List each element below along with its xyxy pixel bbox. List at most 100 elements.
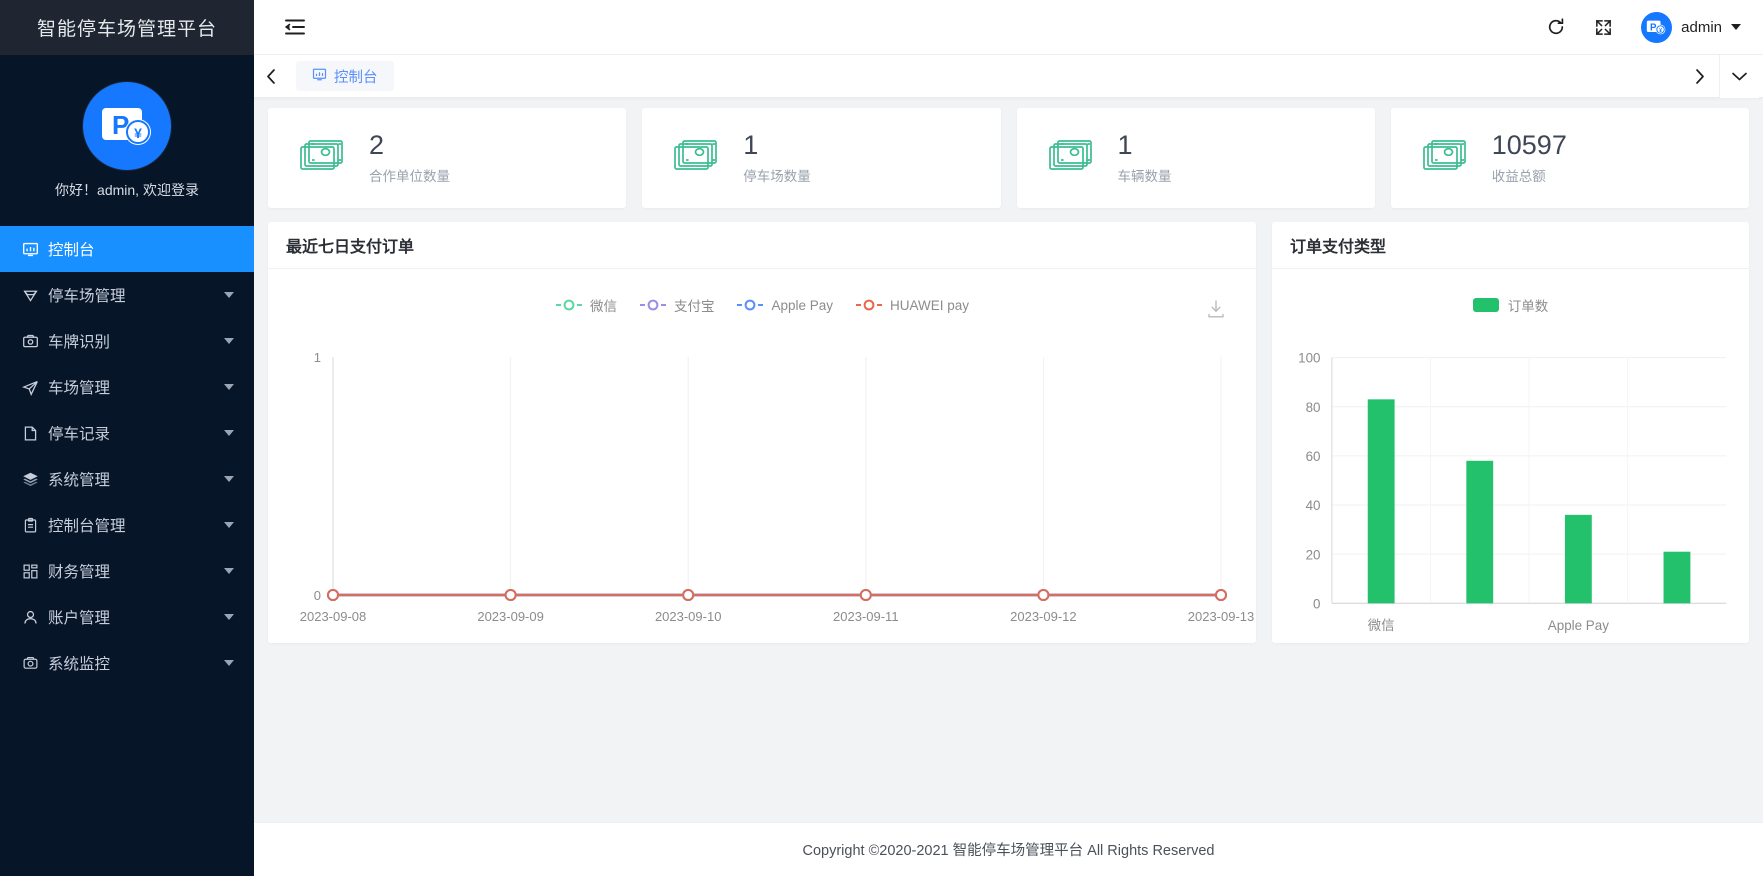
stat-card-text: 1 停车场数量 xyxy=(743,129,811,185)
stat-label: 停车场数量 xyxy=(743,168,811,184)
sidebar-item-yard-mgmt[interactable]: 车场管理 xyxy=(0,364,254,410)
panel-title: 订单支付类型 xyxy=(1272,222,1749,269)
sidebar: 智能停车场管理平台 P ¥ 你好！admin, 欢迎登录 控制台 停车场管理 车… xyxy=(0,0,254,876)
menu-fold-icon[interactable] xyxy=(284,18,306,36)
content-area: 2 合作单位数量 1 停车场数量 1 车辆数量 10597 收益总额 最近七日支… xyxy=(254,98,1763,822)
copyright-text: Copyright ©2020-2021 智能停车场管理平台 All Right… xyxy=(802,843,1215,859)
apps-icon xyxy=(22,563,48,580)
svg-text:2023-09-12: 2023-09-12 xyxy=(1010,609,1077,624)
dashboard-icon xyxy=(22,241,48,258)
stat-card-text: 2 合作单位数量 xyxy=(369,131,450,185)
sidebar-profile: P ¥ 你好！admin, 欢迎登录 xyxy=(0,55,254,226)
sidebar-item-label: 系统监控 xyxy=(48,656,111,673)
sidebar-item-console-mgmt[interactable]: 控制台管理 xyxy=(0,502,254,548)
legend-label: Apple Pay xyxy=(771,297,833,313)
legend-label: 支付宝 xyxy=(673,299,715,314)
sidebar-item-system-mgmt[interactable]: 系统管理 xyxy=(0,456,254,502)
svg-text:0: 0 xyxy=(314,588,321,603)
chevron-down-icon xyxy=(224,614,234,620)
money-stack-icon xyxy=(300,138,347,178)
chevron-down-icon xyxy=(224,338,234,344)
user-icon xyxy=(22,609,48,626)
svg-text:¥: ¥ xyxy=(1659,27,1662,33)
camera-icon xyxy=(22,333,48,350)
user-name-label: admin xyxy=(1681,18,1722,36)
panel-order-payment-type: 订单支付类型 订单数 0 20 40 60 80 100 微信 Apple Pay xyxy=(1272,222,1749,643)
sidebar-item-label: 系统管理 xyxy=(48,472,111,489)
svg-text:80: 80 xyxy=(1306,400,1321,415)
sidebar-item-parking-lot-mgmt[interactable]: 停车场管理 xyxy=(0,272,254,318)
stat-label: 合作单位数量 xyxy=(369,168,450,184)
sidebar-item-system-monitor[interactable]: 系统监控 xyxy=(0,640,254,686)
legend-item-order-count[interactable]: 订单数 xyxy=(1508,295,1549,315)
stat-label: 收益总额 xyxy=(1491,168,1546,184)
tab-scroll-next-button[interactable] xyxy=(1679,55,1719,98)
stat-card-vehicles: 1 车辆数量 xyxy=(1016,108,1375,208)
svg-text:60: 60 xyxy=(1306,449,1321,464)
chevron-down-icon xyxy=(224,476,234,482)
layers-icon xyxy=(22,471,48,488)
chevron-down-icon xyxy=(224,430,234,436)
sidebar-item-label: 车牌识别 xyxy=(48,334,111,351)
sidebar-item-dashboard[interactable]: 控制台 xyxy=(0,226,254,272)
tab-scroll-prev-button[interactable] xyxy=(254,55,288,98)
sidebar-item-label: 账户管理 xyxy=(48,610,111,627)
main-area: P ¥ admin 控制台 2 合作单位数量 1 停车场数量 1 车辆数量 10… xyxy=(254,0,1763,876)
tab-dashboard[interactable]: 控制台 xyxy=(296,61,394,91)
svg-text:2023-09-08: 2023-09-08 xyxy=(300,609,367,624)
svg-text:0: 0 xyxy=(1313,596,1320,611)
sidebar-item-plate-recognition[interactable]: 车牌识别 xyxy=(0,318,254,364)
monitor-camera-icon xyxy=(22,655,48,672)
svg-text:Apple Pay: Apple Pay xyxy=(1548,618,1609,633)
sidebar-item-label: 停车场管理 xyxy=(48,288,126,305)
legend-label: 订单数 xyxy=(1507,299,1549,314)
line-chart-canvas: 0 1 2023-09-08 2023-09-09 2023-09-10 2023-09-… xyxy=(300,350,1255,624)
fullscreen-icon[interactable] xyxy=(1594,18,1613,37)
sidebar-item-label: 控制台 xyxy=(48,242,95,259)
legend-swatch xyxy=(1472,298,1499,312)
legend-item-apple-pay[interactable]: Apple Pay xyxy=(736,298,833,313)
top-bar-actions: P ¥ admin xyxy=(1546,11,1741,43)
app-root: 智能停车场管理平台 P ¥ 你好！admin, 欢迎登录 控制台 停车场管理 车… xyxy=(0,0,1763,876)
user-menu[interactable]: P ¥ admin xyxy=(1641,11,1741,43)
legend-item-alipay[interactable]: 支付宝 xyxy=(639,295,715,315)
svg-text:20: 20 xyxy=(1306,547,1321,562)
sidebar-brand-text: 智能停车场管理平台 xyxy=(36,19,217,40)
money-stack-icon xyxy=(1048,138,1096,178)
sidebar-item-account-mgmt[interactable]: 账户管理 xyxy=(0,594,254,640)
stat-card-total-revenue: 10597 收益总额 xyxy=(1390,108,1749,208)
parking-payment-logo-icon: P ¥ xyxy=(83,81,171,170)
line-chart-legend: 微信 支付宝 Apple Pay HUAWEI pay xyxy=(268,269,1256,315)
stat-card-text: 10597 收益总额 xyxy=(1491,129,1567,185)
stat-value: 10597 xyxy=(1491,129,1567,160)
stat-value: 1 xyxy=(743,129,759,160)
svg-text:2023-09-09: 2023-09-09 xyxy=(477,609,543,624)
svg-text:微信: 微信 xyxy=(1368,618,1395,633)
stat-card-partners: 2 合作单位数量 xyxy=(268,108,627,208)
legend-marker-icon xyxy=(639,299,667,311)
sidebar-item-label: 控制台管理 xyxy=(48,518,126,535)
sidebar-item-finance-mgmt[interactable]: 财务管理 xyxy=(0,548,254,594)
bar-chart-legend: 订单数 xyxy=(1272,269,1749,315)
bar-chart-canvas: 0 20 40 60 80 100 微信 Apple Pay xyxy=(1298,351,1727,633)
tab-more-button[interactable] xyxy=(1719,54,1759,98)
stat-cards: 2 合作单位数量 1 停车场数量 1 车辆数量 10597 收益总额 xyxy=(268,108,1749,208)
panel-recent-seven-days-orders: 最近七日支付订单 微信 支付宝 Apple Pay HUAWEI pay 0 1… xyxy=(268,222,1256,643)
svg-text:100: 100 xyxy=(1298,351,1320,366)
tab-label: 控制台 xyxy=(334,69,378,86)
chevron-down-icon xyxy=(224,522,234,528)
legend-item-wechat[interactable]: 微信 xyxy=(555,295,617,315)
chevron-down-icon xyxy=(224,292,234,298)
chevron-down-icon xyxy=(224,384,234,390)
sidebar-item-parking-records[interactable]: 停车记录 xyxy=(0,410,254,456)
stat-card-parking-lots: 1 停车场数量 xyxy=(642,108,1001,208)
legend-marker-icon xyxy=(736,299,764,311)
dashboard-icon xyxy=(312,67,327,86)
sidebar-item-label: 财务管理 xyxy=(48,564,111,581)
sidebar-greeting: 你好！admin, 欢迎登录 xyxy=(55,181,199,198)
refresh-icon[interactable] xyxy=(1546,17,1566,37)
money-stack-icon xyxy=(1422,138,1470,178)
bar-chart-body: 订单数 0 20 40 60 80 100 微信 Apple Pay xyxy=(1272,269,1749,643)
legend-item-huawei-pay[interactable]: HUAWEI pay xyxy=(855,298,969,313)
download-icon[interactable] xyxy=(1206,299,1226,324)
